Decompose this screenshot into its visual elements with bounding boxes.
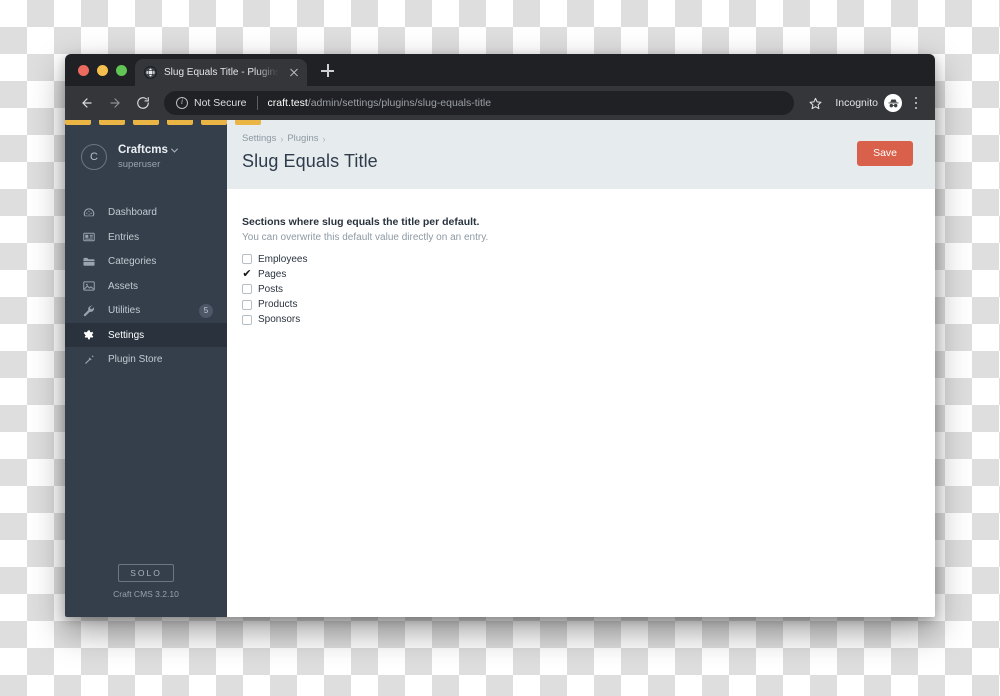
folder-icon — [81, 254, 96, 269]
browser-tab-title: Slug Equals Title - Plugins - Cr — [164, 67, 280, 78]
sidebar-item-entries[interactable]: Entries — [65, 225, 227, 250]
browser-tab-strip: Slug Equals Title - Plugins - Cr — [65, 54, 935, 86]
account-text: Craftcms superuser — [118, 143, 178, 171]
page-title: Slug Equals Title — [242, 151, 378, 171]
page-header-left: Settings › Plugins › Slug Equals Title — [242, 133, 378, 172]
edition-badge[interactable]: SOLO — [118, 564, 174, 582]
checkbox-row[interactable]: ✔ Pages — [242, 268, 920, 280]
sidebar-item-label: Plugin Store — [108, 354, 163, 365]
account-role: superuser — [118, 159, 161, 171]
account-menu[interactable]: C Craftcms superuser — [65, 126, 227, 171]
incognito-indicator[interactable]: Incognito — [835, 94, 902, 112]
sidebar-item-label: Assets — [108, 280, 139, 292]
sections-checkbox-list: Employees ✔ Pages Posts Products Sponsor… — [242, 253, 920, 326]
breadcrumb-separator: › — [322, 133, 326, 144]
sidebar-footer: SOLO Craft CMS 3.2.10 — [65, 564, 227, 617]
article-icon — [81, 230, 96, 245]
checkbox-label: Sponsors — [258, 314, 301, 326]
sidebar-item-plugin-store[interactable]: Plugin Store — [65, 347, 227, 372]
back-arrow-icon[interactable] — [74, 90, 100, 116]
page-body: Sections where slug equals the title per… — [227, 189, 935, 326]
info-circle-icon[interactable] — [176, 97, 188, 109]
version-label: Craft CMS 3.2.10 — [113, 589, 179, 599]
sidebar-nav: Dashboard Entries Categories Assets Util… — [65, 200, 227, 372]
checkbox-pages[interactable]: ✔ — [242, 269, 252, 280]
sidebar-item-categories[interactable]: Categories — [65, 249, 227, 274]
three-dot-menu-icon[interactable] — [906, 90, 926, 116]
window-traffic-lights — [75, 54, 135, 86]
sidebar-item-utilities[interactable]: Utilities 5 — [65, 298, 227, 323]
omnibox-divider — [256, 96, 258, 110]
chevron-down-icon — [170, 145, 178, 153]
close-window-button[interactable] — [78, 64, 89, 76]
sidebar-item-label: Dashboard — [108, 207, 157, 218]
craft-main: Settings › Plugins › Slug Equals Title S… — [227, 120, 935, 617]
craft-sidebar: C Craftcms superuser Dashboard Entries C… — [65, 120, 227, 617]
close-icon[interactable] — [287, 66, 301, 80]
status-badge: 5 — [199, 303, 213, 318]
sidebar-item-label: Entries — [108, 231, 140, 243]
wrench-icon — [81, 303, 96, 318]
globe-icon — [144, 66, 157, 79]
reload-icon[interactable] — [130, 90, 156, 116]
breadcrumb-item-settings[interactable]: Settings — [242, 133, 276, 144]
avatar: C — [81, 144, 107, 171]
star-icon[interactable] — [803, 91, 827, 115]
gear-icon — [81, 328, 96, 343]
gauge-icon — [81, 205, 96, 220]
checkbox-row[interactable]: Products — [242, 299, 920, 311]
incognito-label: Incognito — [835, 97, 878, 109]
checkbox-sponsors[interactable] — [242, 314, 252, 325]
sidebar-item-label: Utilities — [108, 305, 141, 316]
address-bar[interactable]: Not Secure craft.test/admin/settings/plu… — [164, 91, 795, 115]
forward-arrow-icon[interactable] — [102, 90, 128, 116]
account-name-label: Craftcms — [118, 144, 168, 156]
address-bar-url: craft.test/admin/settings/plugins/slug-e… — [268, 97, 492, 109]
sidebar-item-dashboard[interactable]: Dashboard — [65, 200, 227, 225]
browser-toolbar: Not Secure craft.test/admin/settings/plu… — [65, 86, 935, 120]
sidebar-item-assets[interactable]: Assets — [65, 274, 227, 299]
minimize-window-button[interactable] — [97, 64, 108, 76]
field-heading: Sections where slug equals the title per… — [242, 216, 480, 228]
url-path: /admin/settings/plugins/slug-equals-titl… — [307, 97, 492, 109]
maximize-window-button[interactable] — [116, 64, 127, 76]
breadcrumb: Settings › Plugins › — [242, 133, 378, 144]
checkbox-row[interactable]: Posts — [242, 283, 920, 295]
checkbox-row[interactable]: Employees — [242, 253, 920, 265]
page-header: Settings › Plugins › Slug Equals Title S… — [227, 120, 935, 189]
browser-tab[interactable]: Slug Equals Title - Plugins - Cr — [135, 59, 307, 86]
incognito-icon — [884, 94, 902, 112]
security-status-label: Not Secure — [194, 97, 247, 109]
image-icon — [81, 279, 96, 294]
browser-window: Slug Equals Title - Plugins - Cr Not Sec… — [65, 54, 935, 617]
field-instructions: You can overwrite this default value dir… — [242, 232, 489, 243]
account-name: Craftcms — [118, 143, 178, 157]
breadcrumb-item-plugins[interactable]: Plugins — [287, 133, 318, 144]
checkbox-row[interactable]: Sponsors — [242, 314, 920, 326]
checkbox-label: Products — [258, 299, 298, 311]
sidebar-item-settings[interactable]: Settings — [65, 322, 227, 348]
checkbox-label: Employees — [258, 253, 308, 265]
sidebar-item-label: Settings — [108, 329, 145, 341]
sidebar-item-label: Categories — [108, 256, 157, 267]
checkbox-label: Pages — [258, 268, 287, 280]
new-tab-button[interactable] — [315, 58, 341, 84]
page-viewport: C Craftcms superuser Dashboard Entries C… — [65, 120, 935, 617]
save-button[interactable]: Save — [857, 141, 913, 166]
checkbox-posts[interactable] — [242, 284, 252, 295]
checkbox-products[interactable] — [242, 299, 252, 310]
breadcrumb-separator: › — [280, 133, 284, 144]
checkbox-employees[interactable] — [242, 254, 252, 264]
plug-icon — [81, 352, 96, 367]
url-host: craft.test — [267, 97, 308, 109]
checkbox-label: Posts — [258, 283, 284, 295]
